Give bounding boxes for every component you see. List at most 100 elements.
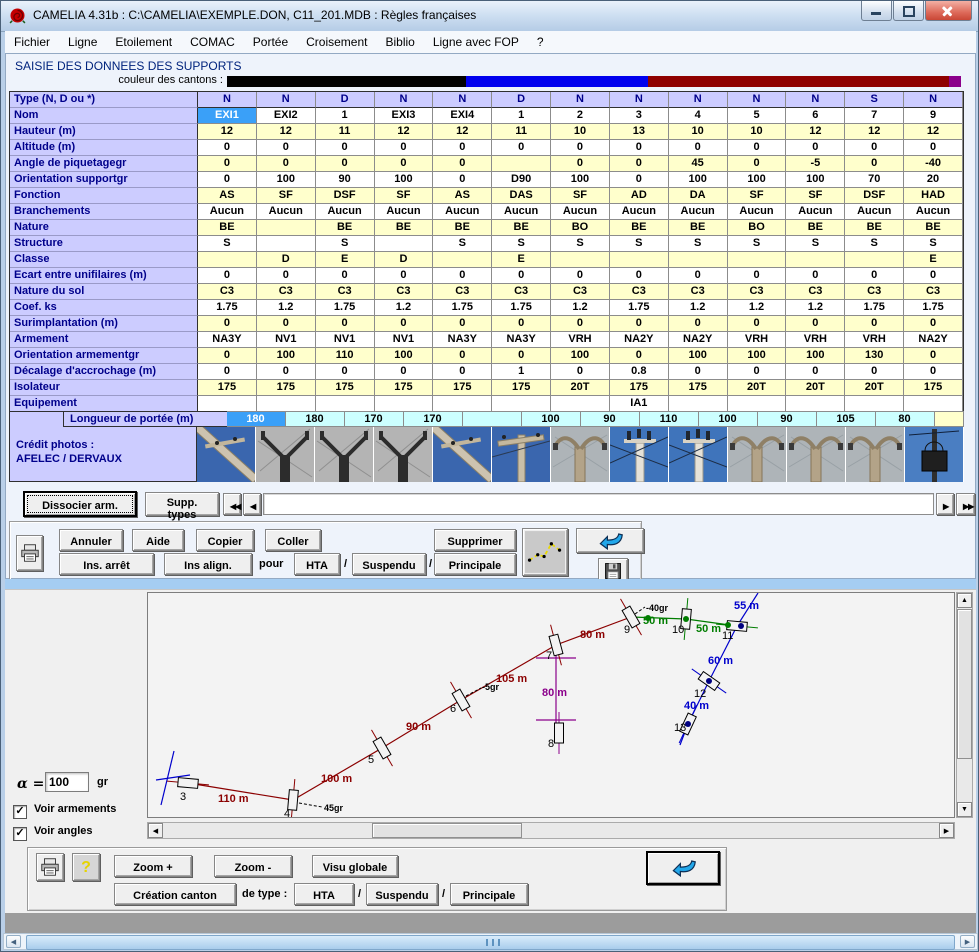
cell-ecart-entre-unifilaires-m-3[interactable]: 0 [375, 268, 434, 284]
cell-branchements-8[interactable]: Aucun [669, 204, 728, 220]
zoom-out-button[interactable]: Zoom - [214, 855, 292, 877]
title-bar[interactable]: CAMELIA 4.31b : C:\CAMELIA\EXEMPLE.DON, … [1, 1, 979, 32]
cell-classe-10[interactable] [786, 252, 845, 268]
cell-d-calage-d-accrochage-m-5[interactable]: 1 [492, 364, 551, 380]
cell-structure-7[interactable]: S [610, 236, 669, 252]
cell-classe-6[interactable] [551, 252, 610, 268]
support-photo-12[interactable] [905, 427, 964, 482]
cell-nature-2[interactable]: BE [316, 220, 375, 236]
cell-equipement-4[interactable] [433, 396, 492, 412]
cell-orientation-armementgr-9[interactable]: 100 [728, 348, 787, 364]
zoom-in-button[interactable]: Zoom + [114, 855, 192, 877]
cell-ecart-entre-unifilaires-m-2[interactable]: 0 [316, 268, 375, 284]
cell-armement-2[interactable]: NV1 [316, 332, 375, 348]
cell-nom-4[interactable]: EXI4 [433, 108, 492, 124]
cell-hauteur-m-5[interactable]: 11 [492, 124, 551, 140]
cell-hauteur-m-7[interactable]: 13 [610, 124, 669, 140]
cell-angle-de-piquetagegr-4[interactable]: 0 [433, 156, 492, 172]
support-photo-0[interactable] [197, 427, 256, 482]
cell-coef-ks-5[interactable]: 1.75 [492, 300, 551, 316]
cell-nature-du-sol-6[interactable]: C3 [551, 284, 610, 300]
cell-surimplantation-m-6[interactable]: 0 [551, 316, 610, 332]
cell-nom-11[interactable]: 7 [845, 108, 904, 124]
cell-nature-6[interactable]: BO [551, 220, 610, 236]
cell-structure-12[interactable]: S [904, 236, 963, 252]
principale-button[interactable]: Principale [434, 553, 516, 575]
portee-cell-4[interactable] [463, 411, 522, 427]
cell-coef-ks-4[interactable]: 1.75 [433, 300, 492, 316]
cell-hauteur-m-0[interactable]: 12 [198, 124, 257, 140]
dissocier-arm-button[interactable]: Dissocier arm. [23, 491, 137, 517]
cell-classe-3[interactable]: D [375, 252, 434, 268]
cell-hauteur-m-8[interactable]: 10 [669, 124, 728, 140]
cell-nature-du-sol-2[interactable]: C3 [316, 284, 375, 300]
cell-fonction-7[interactable]: AD [610, 188, 669, 204]
cell-nom-3[interactable]: EXI3 [375, 108, 434, 124]
cell-nature-du-sol-10[interactable]: C3 [786, 284, 845, 300]
supp-types-button[interactable]: Supp. types [145, 492, 219, 516]
cell-ecart-entre-unifilaires-m-11[interactable]: 0 [845, 268, 904, 284]
maximize-button[interactable] [893, 1, 924, 21]
cell-branchements-0[interactable]: Aucun [198, 204, 257, 220]
cell-armement-11[interactable]: VRH [845, 332, 904, 348]
cell-orientation-armementgr-10[interactable]: 100 [786, 348, 845, 364]
cell-hauteur-m-2[interactable]: 11 [316, 124, 375, 140]
cell-orientation-armementgr-5[interactable]: 0 [492, 348, 551, 364]
cell-nature-du-sol-5[interactable]: C3 [492, 284, 551, 300]
cell-structure-10[interactable]: S [786, 236, 845, 252]
copier-button[interactable]: Copier [196, 529, 254, 551]
suspendu-button[interactable]: Suspendu [366, 883, 438, 905]
scroll-next-button[interactable]: ▶ [936, 493, 954, 515]
menu-ligne-avec-fop[interactable]: Ligne avec FOP [424, 35, 528, 49]
cell-structure-6[interactable]: S [551, 236, 610, 252]
cell-d-calage-d-accrochage-m-11[interactable]: 0 [845, 364, 904, 380]
aide-button[interactable]: Aide [132, 529, 184, 551]
cell-type-n-d-ou-12[interactable]: N [904, 92, 963, 108]
cell-surimplantation-m-8[interactable]: 0 [669, 316, 728, 332]
cell-nom-6[interactable]: 2 [551, 108, 610, 124]
cell-structure-9[interactable]: S [728, 236, 787, 252]
cell-fonction-10[interactable]: SF [786, 188, 845, 204]
cell-isolateur-5[interactable]: 175 [492, 380, 551, 396]
suspendu-button[interactable]: Suspendu [352, 553, 426, 575]
cell-branchements-7[interactable]: Aucun [610, 204, 669, 220]
menu-comac[interactable]: COMAC [181, 35, 244, 49]
return-button[interactable] [646, 851, 720, 885]
map-vertical-scrollbar[interactable]: ▲ ▼ [956, 592, 973, 818]
cell-classe-5[interactable]: E [492, 252, 551, 268]
cell-armement-8[interactable]: NA2Y [669, 332, 728, 348]
cell-nom-0[interactable]: EXI1 [198, 108, 257, 124]
cell-classe-1[interactable]: D [257, 252, 316, 268]
cell-branchements-12[interactable]: Aucun [904, 204, 963, 220]
cell-angle-de-piquetagegr-6[interactable]: 0 [551, 156, 610, 172]
cell-nature-du-sol-7[interactable]: C3 [610, 284, 669, 300]
cell-orientation-armementgr-0[interactable]: 0 [198, 348, 257, 364]
cell-altitude-m-9[interactable]: 0 [728, 140, 787, 156]
ins-arret-button[interactable]: Ins. arrêt [59, 553, 154, 575]
support-photo-8[interactable] [669, 427, 728, 482]
cell-nature-du-sol-4[interactable]: C3 [433, 284, 492, 300]
cell-nature-du-sol-1[interactable]: C3 [257, 284, 316, 300]
portee-cell-2[interactable]: 170 [345, 411, 404, 427]
cell-fonction-6[interactable]: SF [551, 188, 610, 204]
portee-cell-1[interactable]: 180 [286, 411, 345, 427]
cell-coef-ks-2[interactable]: 1.75 [316, 300, 375, 316]
cell-branchements-9[interactable]: Aucun [728, 204, 787, 220]
cell-orientation-armementgr-4[interactable]: 0 [433, 348, 492, 364]
cell-angle-de-piquetagegr-10[interactable]: -5 [786, 156, 845, 172]
cell-nom-8[interactable]: 4 [669, 108, 728, 124]
cell-armement-3[interactable]: NV1 [375, 332, 434, 348]
cell-d-calage-d-accrochage-m-12[interactable]: 0 [904, 364, 963, 380]
hta-button[interactable]: HTA [294, 883, 354, 905]
cell-classe-9[interactable] [728, 252, 787, 268]
scroll-first-button[interactable]: ◀◀ [223, 493, 241, 515]
cell-surimplantation-m-1[interactable]: 0 [257, 316, 316, 332]
cell-type-n-d-ou-0[interactable]: N [198, 92, 257, 108]
cell-nom-5[interactable]: 1 [492, 108, 551, 124]
checkbox-box[interactable]: ✓ [13, 827, 27, 841]
cell-equipement-1[interactable] [257, 396, 316, 412]
hta-button[interactable]: HTA [294, 553, 340, 575]
cell-isolateur-8[interactable]: 175 [669, 380, 728, 396]
cell-nature-11[interactable]: BE [845, 220, 904, 236]
cell-hauteur-m-10[interactable]: 12 [786, 124, 845, 140]
